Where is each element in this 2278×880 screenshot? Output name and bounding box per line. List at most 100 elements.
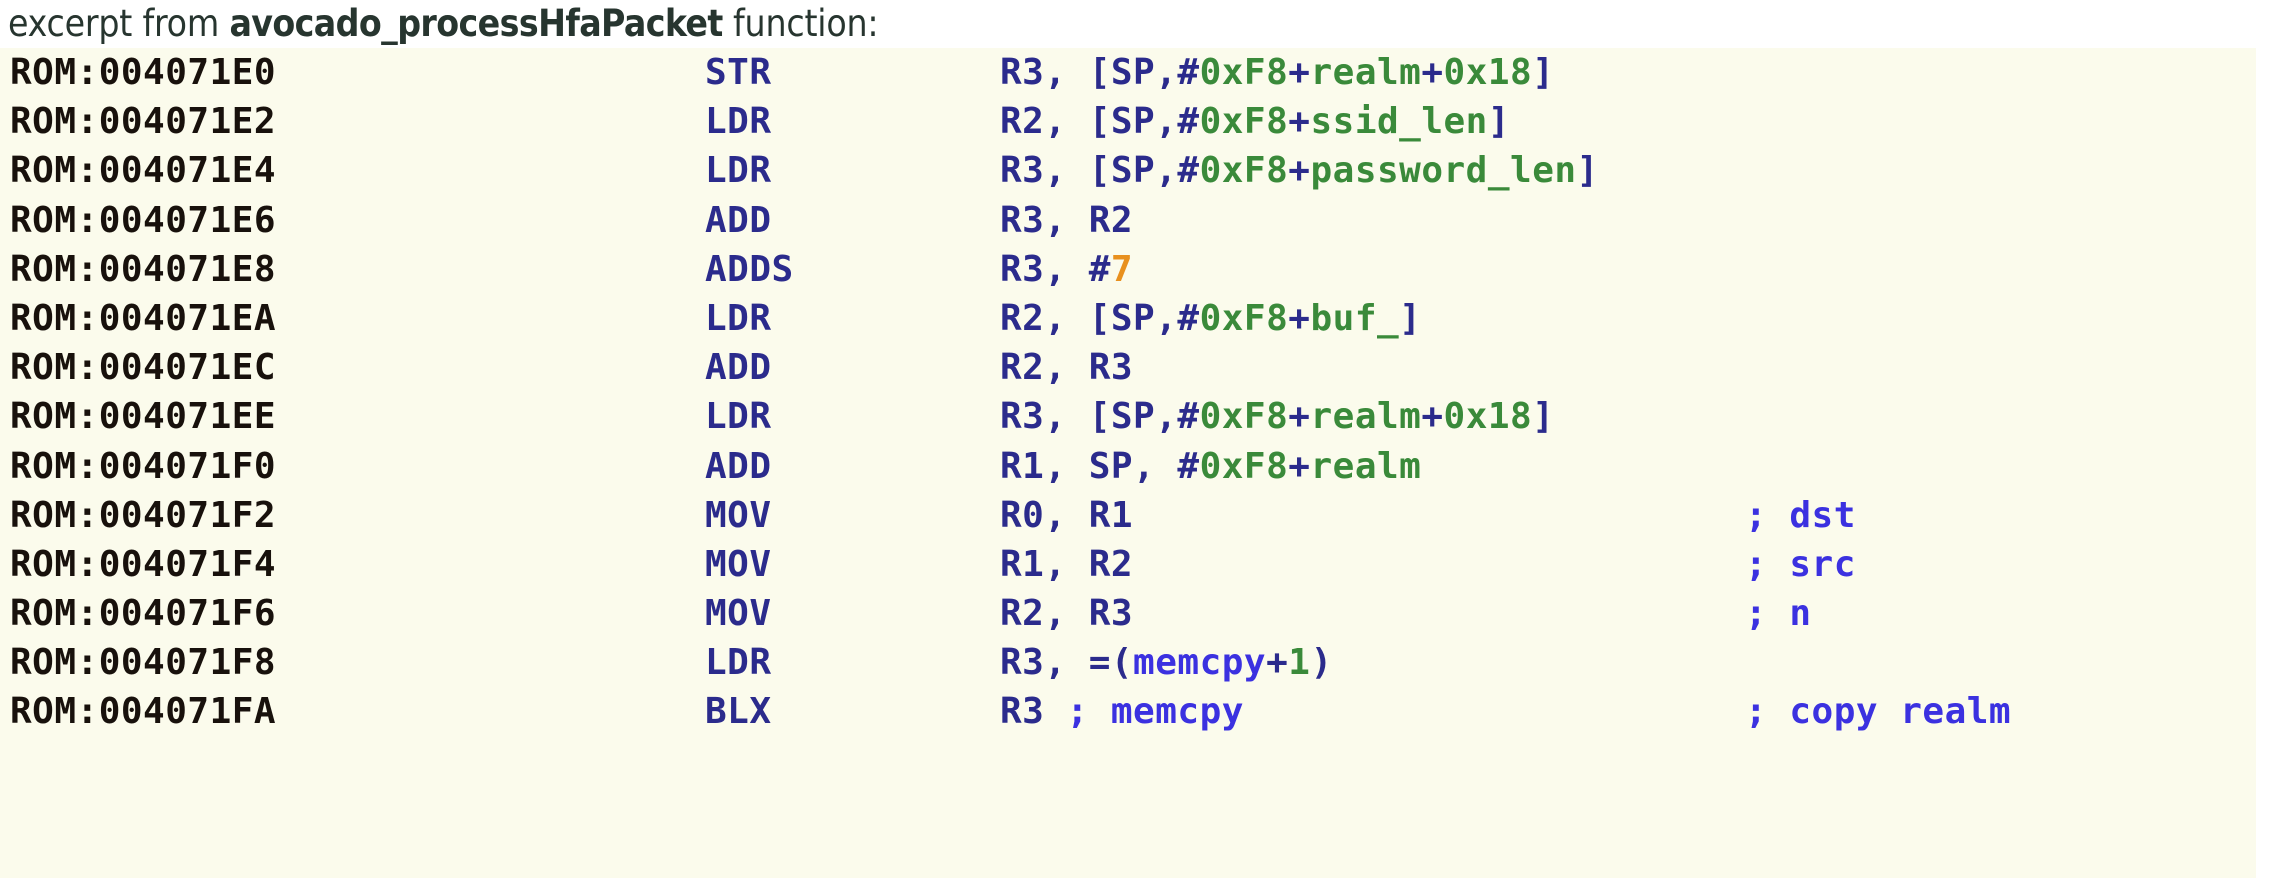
operand-token-sym[interactable]: 0xF8: [1200, 298, 1289, 339]
address-cell[interactable]: ROM:004071E0: [10, 48, 276, 97]
disassembly-row[interactable]: ROM:004071FA BLX R3 ; memcpy ; copy realm: [0, 687, 2256, 736]
operand-token-reg[interactable]: R3, [SP,#: [1000, 52, 1200, 93]
operand-token-sym[interactable]: 0xF8: [1200, 101, 1289, 142]
operands-cell[interactable]: R3, =(memcpy+1): [1000, 638, 1333, 687]
disassembly-row[interactable]: ROM:004071F0 ADD R1, SP, #0xF8+realm: [0, 442, 2256, 491]
disassembly-row[interactable]: ROM:004071EE LDR R3, [SP,#0xF8+realm+0x18]: [0, 392, 2256, 441]
operands-cell[interactable]: R0, R1: [1000, 491, 1133, 540]
address-cell[interactable]: ROM:004071F0: [10, 442, 276, 491]
operand-token-reg[interactable]: +: [1288, 52, 1310, 93]
operand-token-reg[interactable]: ]: [1577, 150, 1599, 191]
operand-token-reg[interactable]: R3, =(: [1000, 642, 1133, 683]
mnemonic-cell[interactable]: LDR: [705, 97, 772, 146]
operand-token-reg[interactable]: ]: [1532, 396, 1554, 437]
disassembly-row[interactable]: ROM:004071EA LDR R2, [SP,#0xF8+buf_]: [0, 294, 2256, 343]
operand-token-sym[interactable]: 0xF8: [1200, 150, 1289, 191]
operand-token-reg[interactable]: R3, [SP,#: [1000, 396, 1200, 437]
operand-token-sym[interactable]: 0x18: [1444, 396, 1533, 437]
operand-token-reg[interactable]: ]: [1488, 101, 1510, 142]
mnemonic-cell[interactable]: ADD: [705, 442, 772, 491]
mnemonic-cell[interactable]: ADD: [705, 343, 772, 392]
mnemonic-cell[interactable]: MOV: [705, 540, 772, 589]
disassembly-row[interactable]: ROM:004071F6 MOV R2, R3 ; n: [0, 589, 2256, 638]
operand-token-cmt[interactable]: ; memcpy: [1067, 691, 1244, 732]
operands-cell[interactable]: R3 ; memcpy: [1000, 687, 1244, 736]
disassembly-row[interactable]: ROM:004071EC ADD R2, R3: [0, 343, 2256, 392]
operand-token-reg[interactable]: R3, R2: [1000, 200, 1133, 241]
operand-token-reg[interactable]: +: [1288, 298, 1310, 339]
address-cell[interactable]: ROM:004071EE: [10, 392, 276, 441]
operand-token-reg[interactable]: R2, [SP,#: [1000, 101, 1200, 142]
operand-token-sym[interactable]: ssid_len: [1310, 101, 1487, 142]
disassembly-row[interactable]: ROM:004071F4 MOV R1, R2 ; src: [0, 540, 2256, 589]
comment-cell[interactable]: ; src: [1745, 540, 1856, 589]
operands-cell[interactable]: R1, R2: [1000, 540, 1133, 589]
operand-token-reg[interactable]: +: [1288, 446, 1310, 487]
operands-cell[interactable]: R2, R3: [1000, 343, 1133, 392]
comment-cell[interactable]: ; dst: [1745, 491, 1856, 540]
address-cell[interactable]: ROM:004071E4: [10, 146, 276, 195]
operand-token-reg[interactable]: +: [1288, 150, 1310, 191]
operand-token-reg[interactable]: R3: [1000, 691, 1067, 732]
address-cell[interactable]: ROM:004071EC: [10, 343, 276, 392]
mnemonic-cell[interactable]: LDR: [705, 146, 772, 195]
mnemonic-cell[interactable]: STR: [705, 48, 772, 97]
operand-token-reg[interactable]: R1, SP, #: [1000, 446, 1200, 487]
disassembly-listing[interactable]: ROM:004071E0 STR R3, [SP,#0xF8+realm+0x18]…: [0, 48, 2256, 878]
operand-token-reg[interactable]: R3, [SP,#: [1000, 150, 1200, 191]
disassembly-row[interactable]: ROM:004071E8 ADDS R3, #7: [0, 245, 2256, 294]
mnemonic-cell[interactable]: ADD: [705, 196, 772, 245]
disassembly-row[interactable]: ROM:004071E2 LDR R2, [SP,#0xF8+ssid_len]: [0, 97, 2256, 146]
mnemonic-cell[interactable]: LDR: [705, 638, 772, 687]
operand-token-reg[interactable]: R2, [SP,#: [1000, 298, 1200, 339]
operand-token-reg[interactable]: R1, R2: [1000, 544, 1133, 585]
operand-token-sym[interactable]: 0xF8: [1200, 396, 1289, 437]
mnemonic-cell[interactable]: LDR: [705, 392, 772, 441]
operand-token-name[interactable]: memcpy: [1133, 642, 1266, 683]
mnemonic-cell[interactable]: ADDS: [705, 245, 794, 294]
operands-cell[interactable]: R3, R2: [1000, 196, 1133, 245]
mnemonic-cell[interactable]: MOV: [705, 589, 772, 638]
operand-token-reg[interactable]: ]: [1532, 52, 1554, 93]
operands-cell[interactable]: R2, [SP,#0xF8+buf_]: [1000, 294, 1421, 343]
address-cell[interactable]: ROM:004071F4: [10, 540, 276, 589]
operand-token-reg[interactable]: ]: [1399, 298, 1421, 339]
operands-cell[interactable]: R3, [SP,#0xF8+password_len]: [1000, 146, 1599, 195]
operand-token-sym[interactable]: buf_: [1310, 298, 1399, 339]
operands-cell[interactable]: R3, [SP,#0xF8+realm+0x18]: [1000, 48, 1554, 97]
operands-cell[interactable]: R1, SP, #0xF8+realm: [1000, 442, 1421, 491]
operand-token-sym[interactable]: 0xF8: [1200, 446, 1289, 487]
disassembly-row[interactable]: ROM:004071E6 ADD R3, R2: [0, 196, 2256, 245]
operand-token-reg[interactable]: ): [1310, 642, 1332, 683]
operand-token-sym[interactable]: password_len: [1310, 150, 1576, 191]
operand-token-reg[interactable]: R2, R3: [1000, 593, 1133, 634]
mnemonic-cell[interactable]: BLX: [705, 687, 772, 736]
address-cell[interactable]: ROM:004071F2: [10, 491, 276, 540]
disassembly-row[interactable]: ROM:004071F2 MOV R0, R1 ; dst: [0, 491, 2256, 540]
operand-token-sym[interactable]: realm: [1310, 396, 1421, 437]
comment-cell[interactable]: ; n: [1745, 589, 1812, 638]
disassembly-row[interactable]: ROM:004071F8 LDR R3, =(memcpy+1): [0, 638, 2256, 687]
mnemonic-cell[interactable]: MOV: [705, 491, 772, 540]
comment-cell[interactable]: ; copy realm: [1745, 687, 2011, 736]
operand-token-sym[interactable]: realm: [1310, 52, 1421, 93]
disassembly-row[interactable]: ROM:004071E0 STR R3, [SP,#0xF8+realm+0x18]: [0, 48, 2256, 97]
operand-token-reg[interactable]: R0, R1: [1000, 495, 1133, 536]
address-cell[interactable]: ROM:004071F6: [10, 589, 276, 638]
operand-token-sym[interactable]: 0xF8: [1200, 52, 1289, 93]
operand-token-reg[interactable]: +: [1421, 52, 1443, 93]
operand-token-num[interactable]: 7: [1111, 249, 1133, 290]
operand-token-reg[interactable]: +: [1421, 396, 1443, 437]
address-cell[interactable]: ROM:004071E6: [10, 196, 276, 245]
disassembly-row[interactable]: ROM:004071E4 LDR R3, [SP,#0xF8+password_le…: [0, 146, 2256, 195]
address-cell[interactable]: ROM:004071F8: [10, 638, 276, 687]
address-cell[interactable]: ROM:004071E8: [10, 245, 276, 294]
address-cell[interactable]: ROM:004071E2: [10, 97, 276, 146]
address-cell[interactable]: ROM:004071EA: [10, 294, 276, 343]
mnemonic-cell[interactable]: LDR: [705, 294, 772, 343]
operand-token-sym[interactable]: 0x18: [1444, 52, 1533, 93]
operands-cell[interactable]: R2, [SP,#0xF8+ssid_len]: [1000, 97, 1510, 146]
operand-token-reg[interactable]: +: [1288, 101, 1310, 142]
operands-cell[interactable]: R3, [SP,#0xF8+realm+0x18]: [1000, 392, 1554, 441]
operand-token-reg[interactable]: R3, #: [1000, 249, 1111, 290]
